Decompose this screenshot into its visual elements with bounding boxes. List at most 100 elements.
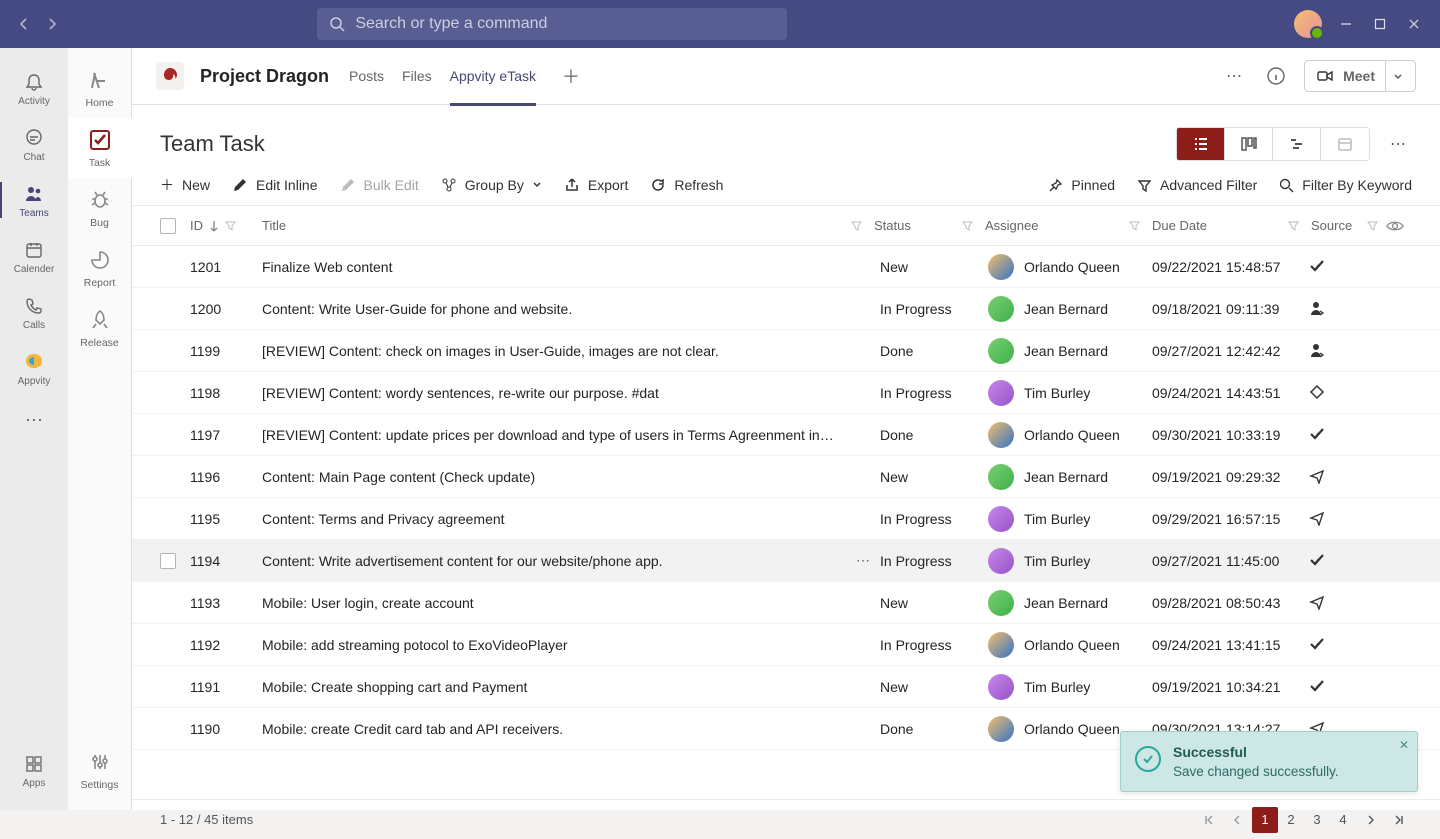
- rail-activity[interactable]: Activity: [0, 60, 68, 116]
- table-row[interactable]: 1199[REVIEW] Content: check on images in…: [132, 330, 1440, 372]
- module-bug[interactable]: Bug: [68, 178, 132, 238]
- select-all-checkbox[interactable]: [160, 218, 176, 234]
- pager-page[interactable]: 1: [1252, 807, 1278, 833]
- meet-button[interactable]: Meet: [1304, 60, 1416, 92]
- avatar: [988, 674, 1014, 700]
- chat-icon: [22, 126, 46, 150]
- rail-teams[interactable]: Teams: [0, 172, 68, 228]
- pinned-button[interactable]: Pinned: [1048, 177, 1115, 193]
- module-settings[interactable]: Settings: [68, 740, 132, 800]
- filter-icon[interactable]: [1129, 220, 1140, 231]
- filter-icon[interactable]: [851, 220, 862, 231]
- module-release[interactable]: Release: [68, 298, 132, 358]
- avatar: [988, 296, 1014, 322]
- filter-icon[interactable]: [1367, 220, 1378, 231]
- info-icon[interactable]: [1262, 62, 1290, 90]
- tab-files[interactable]: Files: [402, 48, 432, 105]
- pager-next[interactable]: [1358, 807, 1384, 833]
- col-status-label[interactable]: Status: [874, 218, 911, 233]
- table-row[interactable]: 1192Mobile: add streaming potocol to Exo…: [132, 624, 1440, 666]
- chevron-down-icon[interactable]: [1385, 61, 1409, 91]
- pager-last[interactable]: [1386, 807, 1412, 833]
- source-icon: [1308, 509, 1326, 527]
- channel-more-button[interactable]: ⋯: [1220, 62, 1248, 90]
- page-more-button[interactable]: ⋯: [1384, 130, 1412, 158]
- view-timeline[interactable]: [1273, 128, 1321, 160]
- row-more-button[interactable]: ⋯: [856, 552, 870, 569]
- back-button[interactable]: [12, 12, 36, 36]
- rail-calls[interactable]: Calls: [0, 284, 68, 340]
- toast-close-button[interactable]: ✕: [1399, 738, 1409, 752]
- tab-posts[interactable]: Posts: [349, 48, 384, 105]
- tab-appvity-etask[interactable]: Appvity eTask: [450, 48, 536, 105]
- cell-title: Content: Write advertisement content for…: [262, 553, 856, 569]
- cell-assignee: Jean Bernard: [988, 464, 1152, 490]
- pager-page[interactable]: 3: [1304, 807, 1330, 833]
- col-source-label[interactable]: Source: [1311, 218, 1352, 233]
- maximize-button[interactable]: [1370, 14, 1390, 34]
- pager-page[interactable]: 2: [1278, 807, 1304, 833]
- filter-keyword-button[interactable]: Filter By Keyword: [1279, 177, 1412, 193]
- group-by-button[interactable]: Group By: [441, 177, 542, 193]
- table-row[interactable]: 1197[REVIEW] Content: update prices per …: [132, 414, 1440, 456]
- export-button[interactable]: Export: [564, 177, 628, 193]
- module-report[interactable]: Report: [68, 238, 132, 298]
- chevron-down-icon: [532, 180, 542, 190]
- col-due-label[interactable]: Due Date: [1152, 218, 1207, 233]
- table-row[interactable]: 1195Content: Terms and Privacy agreement…: [132, 498, 1440, 540]
- app-rail: Activity Chat Teams Calender Calls Appvi…: [0, 48, 68, 810]
- view-board[interactable]: [1225, 128, 1273, 160]
- filter-icon[interactable]: [1288, 220, 1299, 231]
- cell-title: Content: Terms and Privacy agreement: [262, 511, 856, 527]
- rail-more[interactable]: ⋯: [25, 400, 43, 440]
- cell-source: [1308, 593, 1378, 613]
- search-input[interactable]: Search or type a command: [317, 8, 787, 40]
- module-home[interactable]: Home: [68, 58, 132, 118]
- col-title-label[interactable]: Title: [262, 218, 286, 233]
- minimize-button[interactable]: [1336, 14, 1356, 34]
- forward-button[interactable]: [40, 12, 64, 36]
- row-checkbox[interactable]: [160, 553, 176, 569]
- table-row[interactable]: 1200Content: Write User-Guide for phone …: [132, 288, 1440, 330]
- table-row[interactable]: 1198[REVIEW] Content: wordy sentences, r…: [132, 372, 1440, 414]
- avatar: [988, 506, 1014, 532]
- bulk-edit-button: Bulk Edit: [340, 177, 419, 193]
- view-list[interactable]: [1177, 128, 1225, 160]
- table-row[interactable]: 1201Finalize Web content⋯NewOrlando Quee…: [132, 246, 1440, 288]
- search-icon: [329, 16, 345, 32]
- cell-due: 09/22/2021 15:48:57: [1152, 259, 1308, 275]
- close-button[interactable]: [1404, 14, 1424, 34]
- rail-appvity[interactable]: Appvity: [0, 340, 68, 396]
- new-button[interactable]: ＋New: [160, 175, 210, 195]
- module-task[interactable]: Task: [68, 118, 132, 178]
- view-calendar[interactable]: [1321, 128, 1369, 160]
- table-row[interactable]: 1194Content: Write advertisement content…: [132, 540, 1440, 582]
- pencil-icon: [340, 177, 356, 193]
- table-row[interactable]: 1196Content: Main Page content (Check up…: [132, 456, 1440, 498]
- refresh-button[interactable]: Refresh: [650, 177, 723, 193]
- advanced-filter-button[interactable]: Advanced Filter: [1137, 177, 1257, 193]
- calendar-icon: [22, 238, 46, 262]
- rail-chat[interactable]: Chat: [0, 116, 68, 172]
- rail-calendar[interactable]: Calender: [0, 228, 68, 284]
- toast-success: Successful Save changed successfully. ✕: [1120, 731, 1418, 792]
- toast-title: Successful: [1173, 744, 1339, 760]
- pager-first[interactable]: [1196, 807, 1222, 833]
- edit-inline-button[interactable]: Edit Inline: [232, 177, 317, 193]
- col-assignee-label[interactable]: Assignee: [985, 218, 1038, 233]
- col-id-label[interactable]: ID: [190, 218, 203, 233]
- pager-page[interactable]: 4: [1330, 807, 1356, 833]
- filter-icon[interactable]: [225, 220, 236, 231]
- user-avatar[interactable]: [1294, 10, 1322, 38]
- title-bar: Search or type a command: [0, 0, 1440, 48]
- table-row[interactable]: 1191Mobile: Create shopping cart and Pay…: [132, 666, 1440, 708]
- filter-icon[interactable]: [962, 220, 973, 231]
- source-icon: [1308, 551, 1326, 569]
- table-row[interactable]: 1193Mobile: User login, create account⋯N…: [132, 582, 1440, 624]
- add-tab-button[interactable]: ＋: [562, 63, 580, 89]
- eye-icon[interactable]: [1386, 219, 1404, 233]
- cell-assignee: Tim Burley: [988, 506, 1152, 532]
- pager-prev[interactable]: [1224, 807, 1250, 833]
- sort-desc-icon[interactable]: [209, 220, 219, 232]
- rail-apps[interactable]: Apps: [0, 742, 68, 798]
